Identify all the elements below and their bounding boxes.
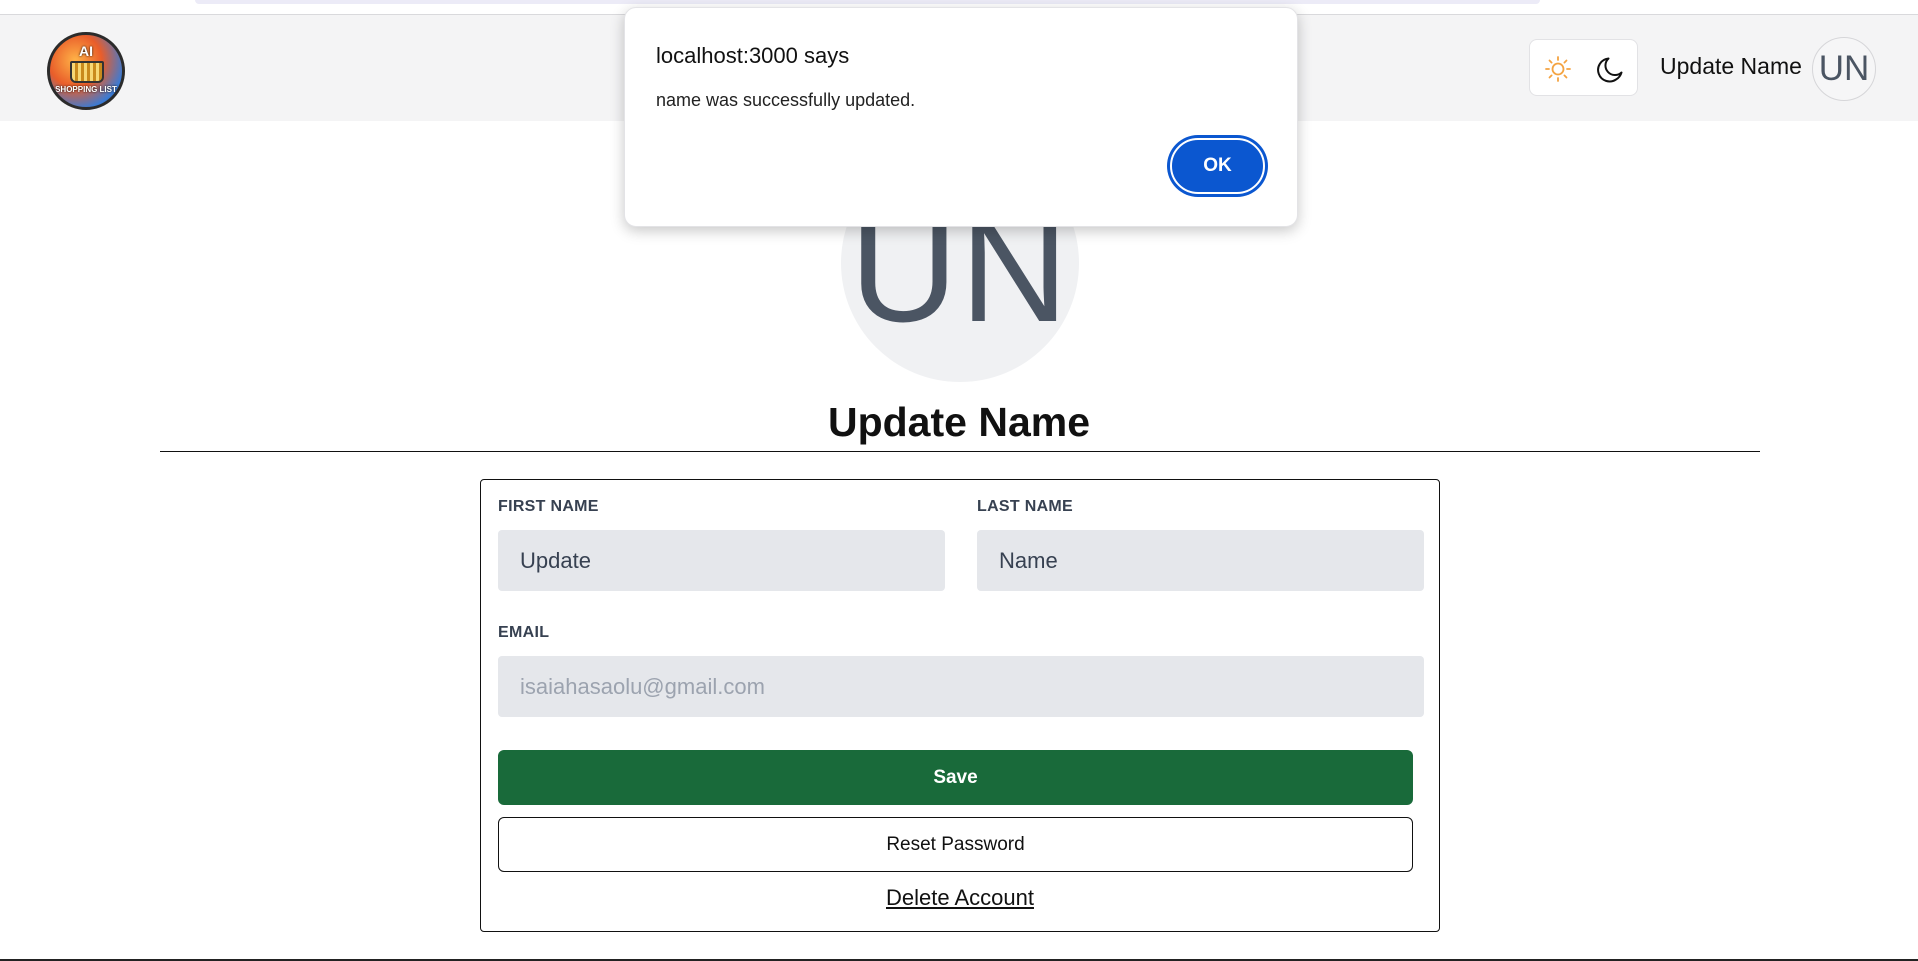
alert-dialog: localhost:3000 says name was successfull… [624,7,1298,227]
alert-message: name was successfully updated. [656,90,916,110]
save-button[interactable]: Save [498,750,1413,805]
moon-icon[interactable] [1596,54,1626,84]
page-title: Update Name [827,399,1090,445]
first-name-label: FIRST NAME [498,498,599,515]
app-logo[interactable]: AI SHOPPING LIST [47,32,125,110]
browser-tab-strip [195,0,1540,4]
header-user-name[interactable]: Update Name [1660,53,1802,80]
shopping-basket-icon [70,61,104,83]
alert-ok-button[interactable]: OK [1170,138,1265,194]
delete-account-link: Delete Account [481,885,1439,911]
header-avatar[interactable]: UN [1812,37,1876,101]
email-input [498,656,1424,717]
delete-account-link-text[interactable]: Delete Account [886,885,1034,910]
first-name-input[interactable] [498,530,945,591]
alert-title: localhost:3000 says [656,43,850,68]
update-name-form: FIRST NAME LAST NAME EMAIL Save Reset Pa… [480,479,1440,932]
theme-toggle[interactable] [1529,39,1638,96]
logo-subtitle-text: SHOPPING LIST [55,85,117,94]
last-name-label: LAST NAME [977,498,1074,515]
title-divider [160,451,1760,452]
email-label: EMAIL [498,624,550,641]
reset-password-button[interactable]: Reset Password [498,817,1413,872]
sun-icon[interactable] [1544,55,1572,83]
last-name-input[interactable] [977,530,1424,591]
logo-ai-text: AI [79,43,93,59]
